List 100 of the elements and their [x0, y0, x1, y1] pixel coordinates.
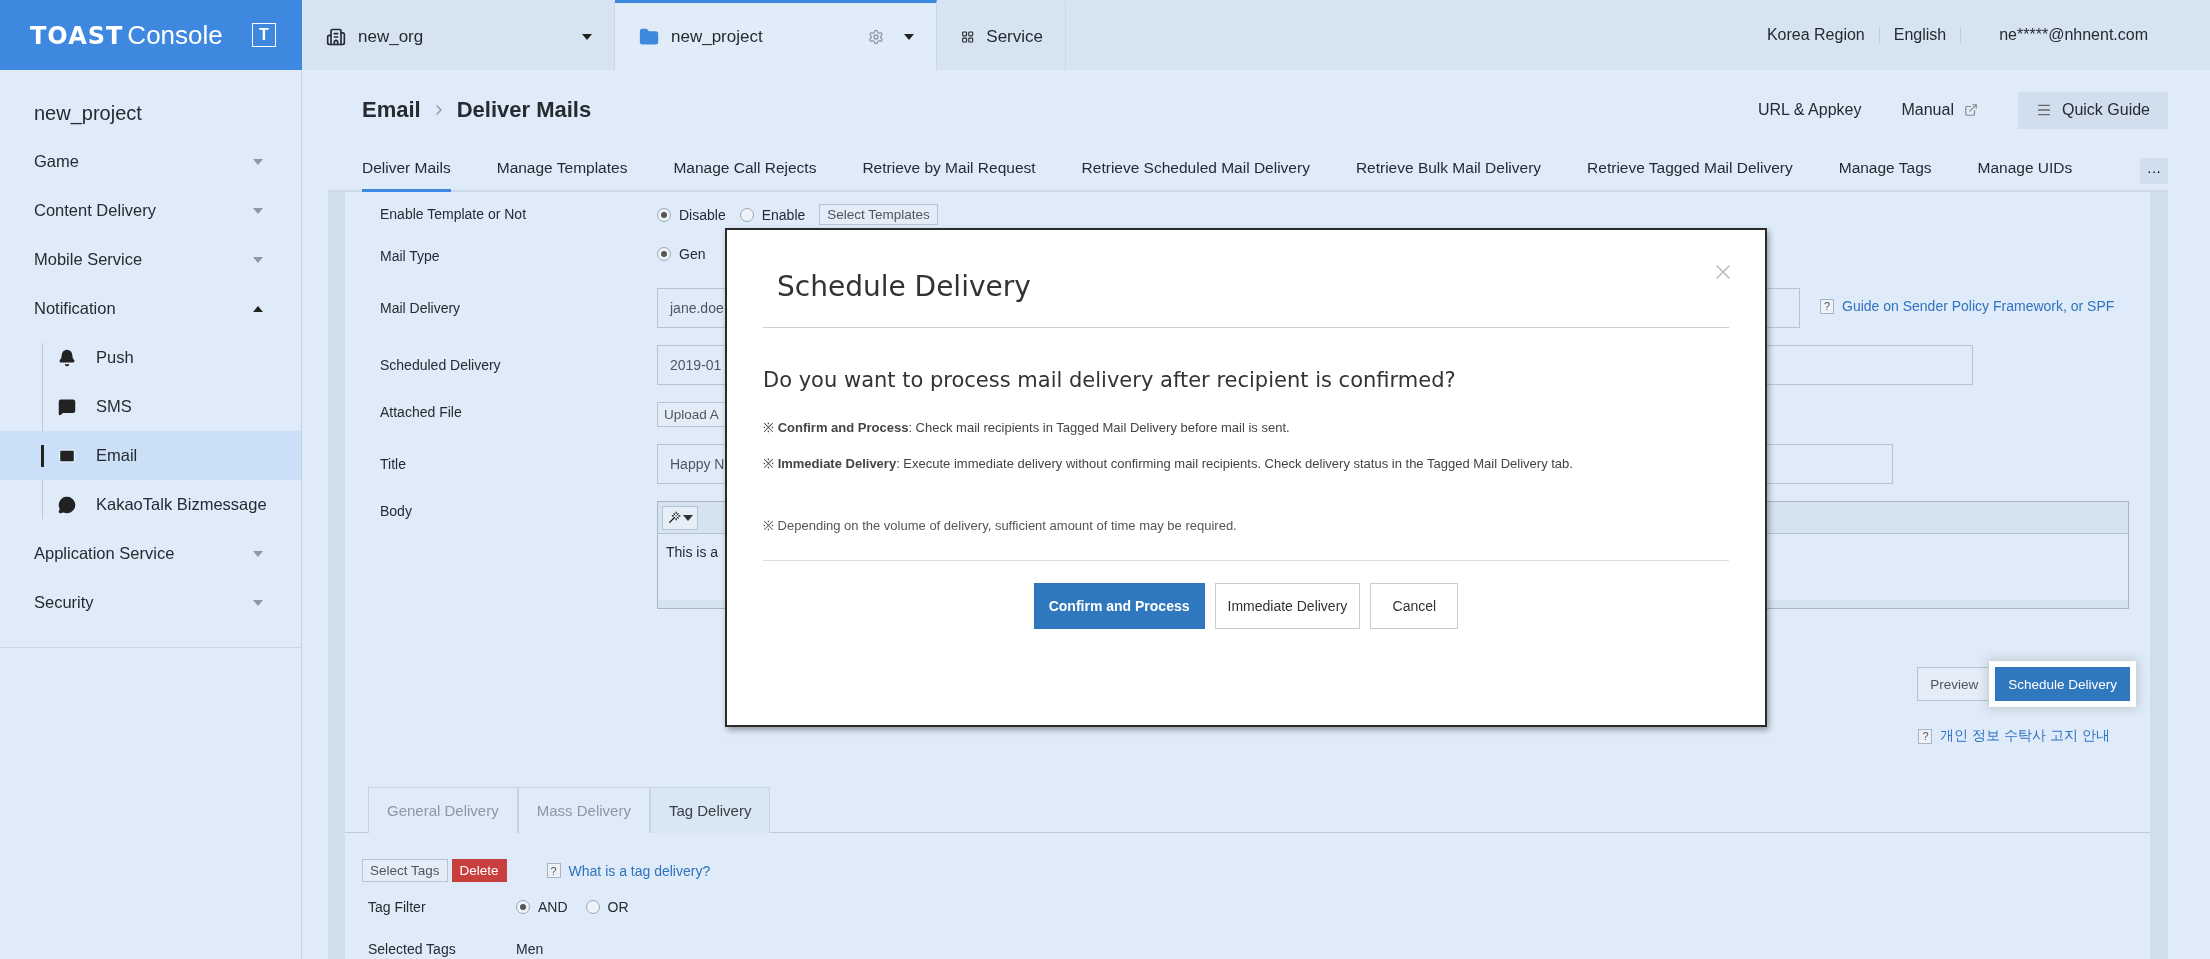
caret-icon [904, 33, 914, 40]
dialog-question: Do you want to process mail delivery after recipient is confirmed? [763, 368, 1457, 392]
sidebar-label: Application Service [34, 544, 175, 563]
top-link[interactable]: English [1878, 27, 1961, 43]
caret-icon [582, 33, 592, 40]
form-label: Enable Template or Not [380, 205, 528, 224]
sidebar-subitem[interactable]: KakaoTalk Bizmessage [0, 480, 301, 529]
confirm-button[interactable]: Confirm and Process [1033, 583, 1205, 629]
tab[interactable]: Manage Tags [1838, 159, 1932, 192]
form-label: Mail Type [380, 247, 441, 266]
form-label: Scheduled Delivery [380, 356, 502, 375]
tab[interactable]: Retrieve Tagged Mail Delivery [1587, 159, 1793, 192]
sidebar-label: Game [34, 152, 79, 171]
wand-icon [667, 511, 681, 524]
sidebar-label: Content Delivery [34, 201, 156, 220]
preview-button[interactable]: Preview [1917, 667, 1992, 701]
tab[interactable]: Manage Call Rejects [673, 159, 817, 192]
radio-option[interactable]: Disable [657, 206, 726, 223]
help-link[interactable]: Guide on Sender Policy Framework, or SPF [1842, 298, 2115, 314]
form-label: Title [380, 455, 407, 474]
upload-button[interactable]: Upload A [657, 402, 726, 427]
form-label: Attached File [380, 403, 463, 422]
form-label: Selected Tags [368, 941, 457, 957]
dialog-note: ※ Immediate Delivery: Execute immediate delivery without confirming mail recipients. Check delivery status in the Tagged Mail Delivery tab. [763, 455, 1574, 472]
more-button[interactable]: ··· [2140, 158, 2168, 184]
radio-label: AND [538, 899, 568, 915]
dialog-footnote: ※ Depending on the volume of delivery, sufficient amount of time may be required. [763, 516, 1729, 561]
logo-brand: TOAST [30, 21, 124, 50]
cancel-button[interactable]: Cancel [1370, 583, 1459, 629]
sidebar-subitem[interactable]: Push [0, 333, 301, 382]
immediate-button[interactable]: Immediate Delivery [1214, 583, 1361, 629]
sidebar-subitem[interactable]: Email [0, 431, 301, 480]
radio-option[interactable]: Gen [657, 246, 706, 262]
radio-icon[interactable] [585, 900, 600, 914]
building-icon [326, 26, 346, 47]
top-tab-label: Service [986, 26, 1043, 47]
top-link[interactable]: Korea Region [1752, 27, 1879, 43]
radio-icon[interactable] [739, 207, 754, 222]
radio-label: Gen [679, 246, 706, 262]
chat-icon [58, 397, 76, 416]
dialog-note: ※ Confirm and Process: Check mail recipients in Tagged Mail Delivery before mail is sent. [763, 419, 1291, 436]
manual-link[interactable]: Manual [1901, 101, 1978, 119]
radio-label: OR [607, 899, 629, 915]
sidebar-label: Security [34, 593, 94, 612]
form-label: Body [380, 502, 413, 521]
header-link[interactable]: URL & Appkey [1758, 101, 1862, 119]
style-button[interactable] [662, 505, 698, 530]
bell-icon [58, 348, 76, 367]
tab[interactable]: Retrieve Bulk Mail Delivery [1355, 159, 1542, 192]
sidebar-label: Mobile Service [34, 250, 143, 269]
sidebar-label: Notification [34, 299, 116, 318]
dialog-title: Schedule Delivery [763, 230, 1729, 328]
tab[interactable]: Retrieve Scheduled Mail Delivery [1081, 159, 1310, 192]
sidebar-subitem[interactable]: SMS [0, 382, 301, 431]
tab[interactable]: Retrieve by Mail Request [862, 159, 1036, 192]
sidebar-item[interactable]: Security [0, 578, 301, 627]
sidebar-item[interactable]: Application Service [0, 529, 301, 578]
external-link-icon [1963, 103, 1978, 117]
page-title: Deliver Mails [456, 97, 592, 123]
quick-guide-button[interactable]: Quick Guide [2017, 91, 2168, 129]
sidebar-label: Push [96, 348, 134, 367]
folder-icon [639, 26, 659, 47]
radio-label: Disable [679, 206, 726, 223]
menu-icon [2035, 102, 2052, 118]
help-mark: ? [1918, 728, 1933, 744]
breadcrumb-item[interactable]: Email [362, 97, 421, 123]
sidebar-item[interactable]: Content Delivery [0, 186, 301, 235]
radio-icon[interactable] [657, 247, 671, 261]
logo-product: Console [127, 19, 223, 51]
sidebar-item[interactable]: Game [0, 137, 301, 186]
sidebar-label: Email [96, 446, 138, 465]
form-label: Mail Delivery [380, 299, 462, 318]
tab[interactable]: Deliver Mails [362, 159, 451, 192]
speech-bubble-icon [58, 495, 76, 514]
radio-option[interactable]: AND [516, 899, 568, 915]
top-link[interactable]: ne*****@nhnent.com [1960, 27, 2162, 43]
select-templates-button[interactable]: Select Templates [819, 204, 938, 225]
logo-badge[interactable]: T [252, 23, 276, 47]
radio-option[interactable]: Enable [739, 206, 806, 223]
notice-link[interactable]: 개인 정보 수탁사 고지 안내 [1940, 727, 2110, 745]
sidebar-label: SMS [96, 397, 132, 416]
top-tab[interactable]: new_project [615, 0, 937, 70]
delete-button[interactable]: Delete [451, 859, 507, 882]
caret-icon [682, 514, 693, 521]
help-mark: ? [1820, 298, 1834, 314]
sidebar-item[interactable]: Notification [0, 284, 301, 333]
delivery-tab[interactable]: Tag Delivery [649, 787, 771, 833]
project-name: new_project [33, 102, 143, 127]
tag-value: Men [516, 941, 544, 957]
radio-option[interactable]: OR [585, 899, 629, 915]
radio-icon[interactable] [657, 207, 671, 222]
sidebar-item[interactable]: Mobile Service [0, 235, 301, 284]
help-link[interactable]: What is a tag delivery? [568, 862, 711, 879]
select-tags-button[interactable]: Select Tags [362, 859, 448, 882]
top-tab-label: new_project [671, 26, 763, 47]
help-mark: ? [546, 863, 561, 878]
tab[interactable]: Manage Templates [496, 159, 628, 192]
radio-label: Enable [761, 206, 806, 223]
tab[interactable]: Manage UIDs [1977, 159, 2073, 192]
radio-icon[interactable] [516, 900, 530, 914]
